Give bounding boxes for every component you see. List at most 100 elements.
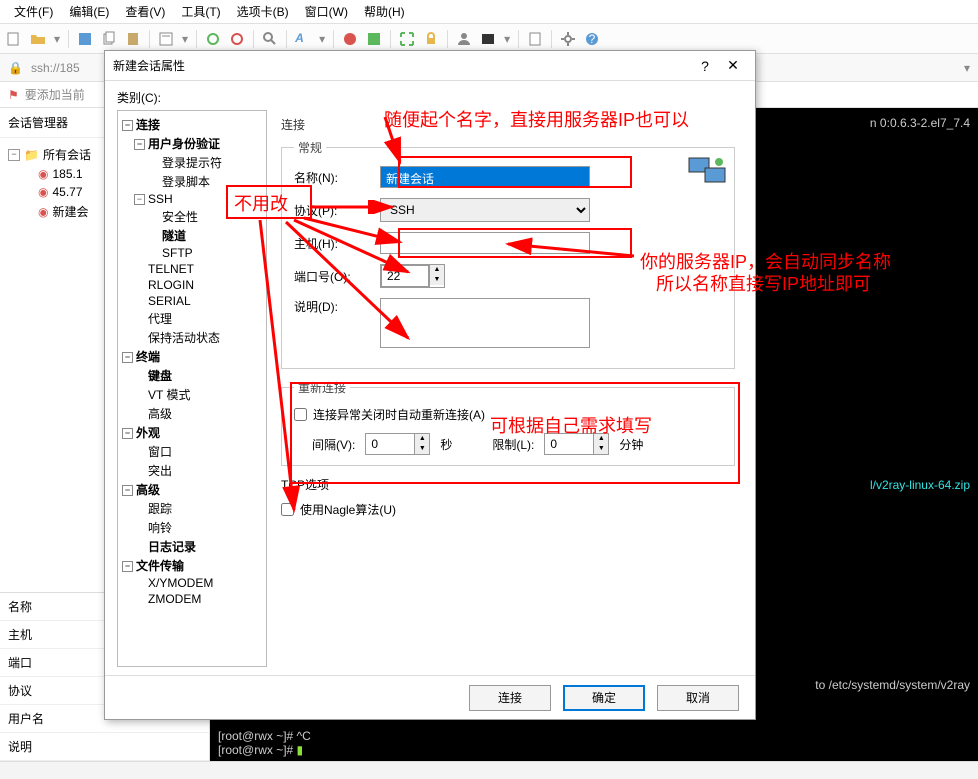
desc-textarea[interactable] bbox=[380, 298, 590, 348]
spin-down-icon[interactable]: ▼ bbox=[415, 444, 429, 454]
limit-spinner[interactable]: ▲▼ bbox=[544, 433, 609, 455]
tree-window[interactable]: 窗口 bbox=[148, 445, 172, 459]
session-item[interactable]: 新建会 bbox=[52, 203, 88, 220]
dialog-close-button[interactable]: ✕ bbox=[719, 57, 747, 74]
tree-advanced[interactable]: 高级 bbox=[136, 483, 160, 497]
user-icon[interactable] bbox=[456, 31, 472, 47]
menu-view[interactable]: 查看(V) bbox=[117, 0, 173, 23]
reconnect-legend: 重新连接 bbox=[294, 379, 350, 396]
dropdown-icon[interactable]: ▾ bbox=[964, 61, 970, 75]
tree-serial[interactable]: SERIAL bbox=[148, 294, 191, 308]
spin-down-icon[interactable]: ▼ bbox=[594, 444, 608, 454]
expand-icon[interactable]: − bbox=[8, 149, 20, 161]
tree-vtmode[interactable]: VT 模式 bbox=[148, 388, 190, 402]
port-input[interactable] bbox=[381, 265, 429, 287]
tree-rlogin[interactable]: RLOGIN bbox=[148, 278, 194, 292]
tree-keepalive[interactable]: 保持活动状态 bbox=[148, 331, 220, 345]
tree-proxy[interactable]: 代理 bbox=[148, 312, 172, 326]
save-icon[interactable] bbox=[77, 31, 93, 47]
green-icon[interactable] bbox=[366, 31, 382, 47]
lock-icon: 🔒 bbox=[8, 61, 23, 75]
tcp-header: TCP选项 bbox=[281, 476, 735, 493]
dialog-titlebar: 新建会话属性 ? ✕ bbox=[105, 51, 755, 81]
connect-button[interactable]: 连接 bbox=[469, 685, 551, 711]
protocol-select[interactable]: SSH bbox=[380, 198, 590, 222]
new-icon[interactable] bbox=[6, 31, 22, 47]
tree-connection[interactable]: 连接 bbox=[136, 118, 160, 132]
tree-security[interactable]: 安全性 bbox=[162, 210, 198, 224]
lock-icon[interactable] bbox=[423, 31, 439, 47]
tree-advanced-terminal[interactable]: 高级 bbox=[148, 407, 172, 421]
general-fieldset: 常规 名称(N): 新建会话 协议(P): SSH 主机(H): bbox=[281, 139, 735, 369]
nagle-checkbox[interactable] bbox=[281, 503, 294, 516]
port-spinner[interactable]: ▲▼ bbox=[380, 264, 445, 288]
reconnect-checkbox-label: 连接异常关闭时自动重新连接(A) bbox=[313, 406, 485, 423]
dialog-help-button[interactable]: ? bbox=[691, 58, 719, 74]
menu-tools[interactable]: 工具(T) bbox=[173, 0, 228, 23]
swirl-icon[interactable] bbox=[342, 31, 358, 47]
tree-terminal[interactable]: 终端 bbox=[136, 350, 160, 364]
tree-appearance[interactable]: 外观 bbox=[136, 426, 160, 440]
term-prompt: [root@rwx ~]# ^C bbox=[218, 729, 311, 743]
tree-userauth[interactable]: 用户身份验证 bbox=[148, 137, 220, 151]
paste-icon[interactable] bbox=[125, 31, 141, 47]
limit-input[interactable] bbox=[545, 434, 593, 454]
tree-xymodem[interactable]: X/YMODEM bbox=[148, 576, 213, 590]
port-label: 端口号(O): bbox=[294, 268, 372, 285]
menu-help[interactable]: 帮助(H) bbox=[356, 0, 413, 23]
tree-tunnel[interactable]: 隧道 bbox=[162, 229, 186, 243]
reconnect-checkbox[interactable] bbox=[294, 408, 307, 421]
menu-tabs[interactable]: 选项卡(B) bbox=[229, 0, 297, 23]
tree-logging[interactable]: 日志记录 bbox=[148, 540, 196, 554]
tree-highlight[interactable]: 突出 bbox=[148, 464, 172, 478]
interval-spinner[interactable]: ▲▼ bbox=[365, 433, 430, 455]
host-input[interactable] bbox=[380, 232, 590, 254]
add-bookmark-hint: 要添加当前 bbox=[25, 86, 85, 103]
tree-bell[interactable]: 响铃 bbox=[148, 521, 172, 535]
tree-loginprompt[interactable]: 登录提示符 bbox=[162, 156, 222, 170]
tree-sftp[interactable]: SFTP bbox=[162, 246, 193, 260]
menu-edit[interactable]: 编辑(E) bbox=[61, 0, 117, 23]
category-tree[interactable]: −连接 −用户身份验证 登录提示符 登录脚本 −SSH 安全性 隧道 SFTP … bbox=[117, 110, 267, 667]
fullscreen-icon[interactable] bbox=[399, 31, 415, 47]
spin-up-icon[interactable]: ▲ bbox=[594, 434, 608, 444]
protocol-label: 协议(P): bbox=[294, 202, 372, 219]
interval-input[interactable] bbox=[366, 434, 414, 454]
disconnect-icon[interactable] bbox=[229, 31, 245, 47]
limit-label: 限制(L): bbox=[492, 436, 534, 453]
spin-up-icon[interactable]: ▲ bbox=[415, 434, 429, 444]
tree-trace[interactable]: 跟踪 bbox=[148, 502, 172, 516]
spin-down-icon[interactable]: ▼ bbox=[430, 275, 444, 285]
script-icon[interactable] bbox=[527, 31, 543, 47]
cmd-icon[interactable] bbox=[480, 31, 496, 47]
svg-text:?: ? bbox=[589, 32, 596, 46]
props-icon[interactable] bbox=[158, 31, 174, 47]
help-icon[interactable]: ? bbox=[584, 31, 600, 47]
reconnect-icon[interactable] bbox=[205, 31, 221, 47]
tree-ssh[interactable]: SSH bbox=[148, 192, 173, 206]
font-icon[interactable]: A bbox=[295, 31, 311, 47]
tree-zmodem[interactable]: ZMODEM bbox=[148, 592, 201, 606]
open-icon[interactable] bbox=[30, 31, 46, 47]
computer-icon bbox=[687, 154, 729, 190]
spin-up-icon[interactable]: ▲ bbox=[430, 265, 444, 275]
flag-icon: ⚑ bbox=[8, 88, 19, 102]
tree-keyboard[interactable]: 键盘 bbox=[148, 369, 172, 383]
tree-loginscript[interactable]: 登录脚本 bbox=[162, 175, 210, 189]
tree-root[interactable]: 所有会话 bbox=[43, 146, 91, 163]
session-item[interactable]: 45.77 bbox=[52, 185, 82, 199]
ok-button[interactable]: 确定 bbox=[563, 685, 645, 711]
dialog-footer: 连接 确定 取消 bbox=[105, 675, 755, 719]
tree-telnet[interactable]: TELNET bbox=[148, 262, 194, 276]
desc-label: 说明(D): bbox=[294, 298, 372, 315]
cancel-button[interactable]: 取消 bbox=[657, 685, 739, 711]
interval-label: 间隔(V): bbox=[312, 436, 355, 453]
menu-file[interactable]: 文件(F) bbox=[6, 0, 61, 23]
tree-filetransfer[interactable]: 文件传输 bbox=[136, 559, 184, 573]
gear-icon[interactable] bbox=[560, 31, 576, 47]
menu-window[interactable]: 窗口(W) bbox=[297, 0, 356, 23]
session-item[interactable]: 185.1 bbox=[52, 167, 82, 181]
copy-icon[interactable] bbox=[101, 31, 117, 47]
nagle-checkbox-label: 使用Nagle算法(U) bbox=[300, 501, 396, 518]
search-icon[interactable] bbox=[262, 31, 278, 47]
